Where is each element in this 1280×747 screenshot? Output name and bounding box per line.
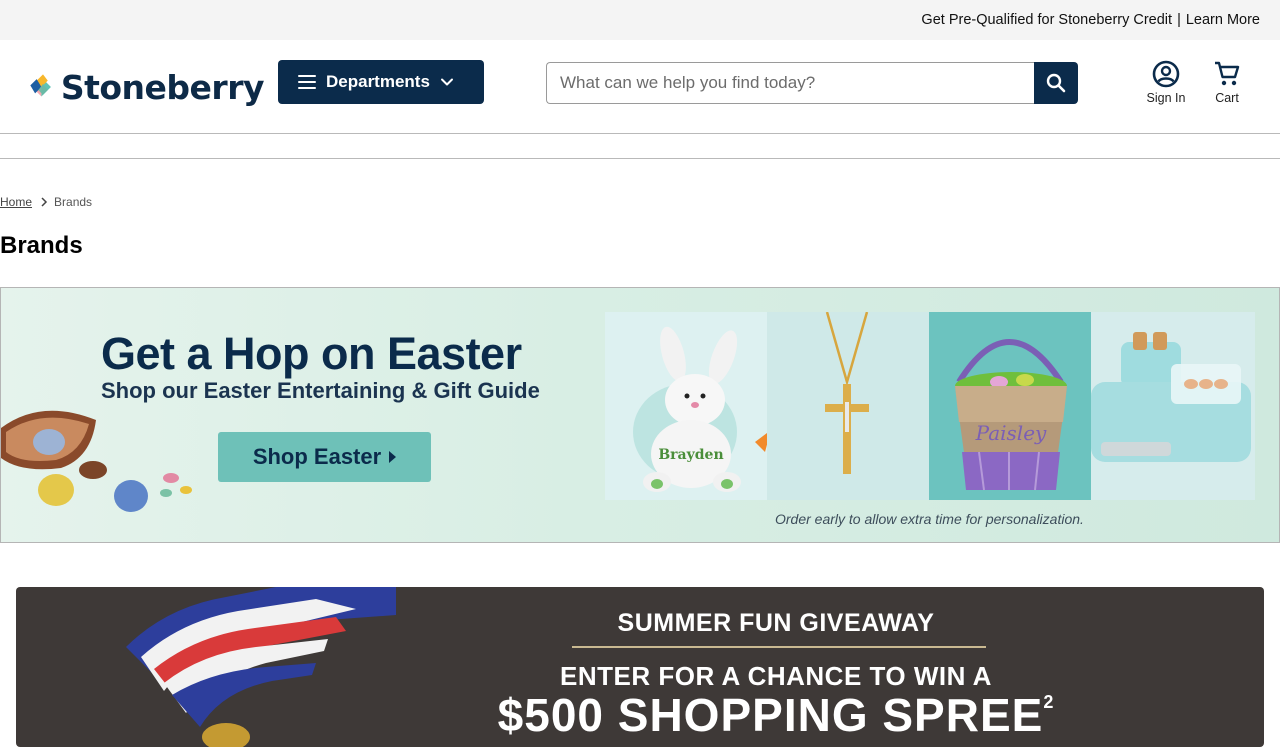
easter-subheadline: Shop our Easter Entertaining & Gift Guid…	[101, 378, 540, 403]
cart-label: Cart	[1215, 91, 1239, 105]
sign-in-label: Sign In	[1146, 91, 1186, 105]
shop-easter-button[interactable]: Shop Easter	[218, 432, 431, 482]
breakfast-station-image	[1091, 332, 1251, 462]
page-title: Brands	[0, 232, 83, 259]
play-arrow-icon	[389, 451, 397, 463]
chocolate-eggs-image	[1, 410, 192, 512]
secondary-nav-bar	[0, 134, 1280, 159]
toaster-panel	[1091, 312, 1255, 500]
breadcrumb-home-link[interactable]: Home	[0, 195, 32, 209]
chevron-right-icon	[41, 197, 48, 207]
giveaway-title: SUMMER FUN GIVEAWAY	[617, 609, 935, 637]
shopping-cart-icon	[1215, 61, 1240, 86]
breadcrumb-current: Brands	[54, 195, 93, 209]
sign-in-button[interactable]: Sign In	[1140, 60, 1192, 112]
giveaway-prize: $500 SHOPPING SPREE2	[16, 688, 1264, 742]
hamburger-icon	[298, 75, 316, 89]
crucifix-necklace-image	[825, 312, 869, 474]
giveaway-divider	[572, 646, 986, 648]
stoneberry-logo-icon	[30, 74, 51, 97]
site-header: Stoneberry Departments Sign In	[0, 40, 1280, 134]
breadcrumb: Home Brands	[0, 195, 92, 209]
giveaway-footnote-mark: 2	[1043, 692, 1055, 712]
plush-bunny-image: Brayden	[633, 326, 767, 492]
cart-button[interactable]: Cart	[1204, 60, 1250, 112]
search-bar	[546, 62, 1078, 104]
personalization-note: Order early to allow extra time for pers…	[775, 511, 1084, 527]
search-icon	[1046, 73, 1066, 93]
topbar-separator: |	[1177, 12, 1181, 28]
easter-headline: Get a Hop on Easter	[101, 328, 522, 379]
search-button[interactable]	[1034, 62, 1078, 104]
credit-prequalify-link[interactable]: Get Pre-Qualified for Stoneberry Credit	[921, 12, 1172, 28]
bunny-name-text: Brayden	[658, 447, 723, 463]
easter-basket-image: Paisley	[955, 339, 1067, 491]
departments-label: Departments	[326, 72, 430, 91]
crucifix-panel	[767, 312, 929, 500]
easter-product-panels: Brayden Paisley	[605, 312, 1255, 500]
giveaway-prize-text: $500 SHOPPING SPREE	[497, 689, 1044, 741]
bunny-panel: Brayden	[605, 312, 767, 500]
chevron-down-icon	[440, 78, 453, 86]
summer-giveaway-banner[interactable]: SUMMER FUN GIVEAWAY ENTER FOR A CHANCE T…	[16, 587, 1264, 747]
basket-name-text: Paisley	[975, 421, 1047, 445]
account-circle-icon	[1152, 60, 1180, 88]
top-promo-bar: Get Pre-Qualified for Stoneberry Credit …	[0, 0, 1280, 40]
stoneberry-logo[interactable]: Stoneberry	[24, 65, 265, 109]
basket-panel: Paisley	[929, 312, 1091, 500]
learn-more-link[interactable]: Learn More	[1186, 12, 1260, 28]
easter-promo-banner[interactable]: Get a Hop on Easter Shop our Easter Ente…	[0, 287, 1280, 543]
search-input[interactable]	[546, 62, 1034, 104]
shop-easter-label: Shop Easter	[252, 444, 382, 469]
departments-button[interactable]: Departments	[278, 60, 484, 104]
logo-wordmark: Stoneberry	[60, 67, 265, 107]
